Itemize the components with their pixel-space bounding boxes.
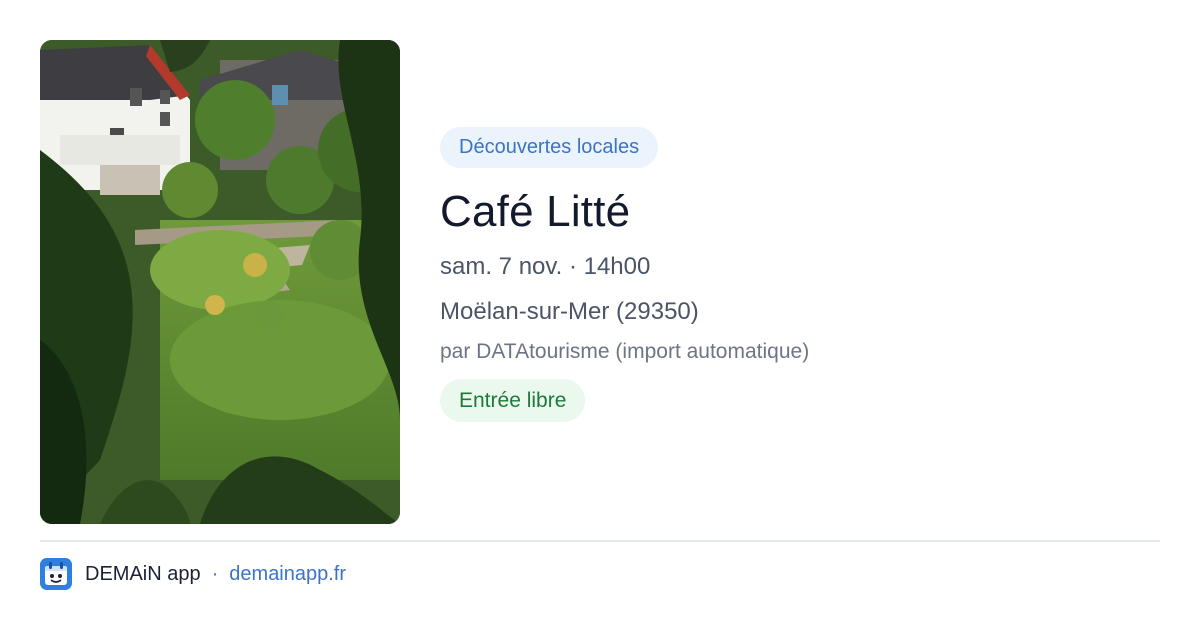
- event-details: Découvertes locales Café Litté sam. 7 no…: [440, 127, 1160, 422]
- app-name: DEMAiN app: [85, 562, 201, 585]
- footer-divider: [40, 540, 1160, 542]
- garden-house-image: [40, 40, 400, 524]
- event-preview-card: Découvertes locales Café Litté sam. 7 no…: [0, 0, 1200, 630]
- footer-separator: ·: [211, 562, 219, 585]
- event-title: Café Litté: [440, 187, 631, 236]
- event-datetime: sam. 7 nov. · 14h00: [440, 253, 651, 280]
- event-source: par DATAtourisme (import automatique): [440, 340, 810, 363]
- category-badge[interactable]: Découvertes locales: [440, 127, 659, 168]
- footer: DEMAiN app · demainapp.fr: [40, 558, 346, 590]
- event-photo: [40, 40, 400, 524]
- event-location: Moëlan-sur-Mer (29350): [440, 298, 699, 325]
- price-badge: Entrée libre: [440, 379, 586, 422]
- app-url-link[interactable]: demainapp.fr: [229, 563, 346, 586]
- app-logo-icon: [40, 558, 72, 590]
